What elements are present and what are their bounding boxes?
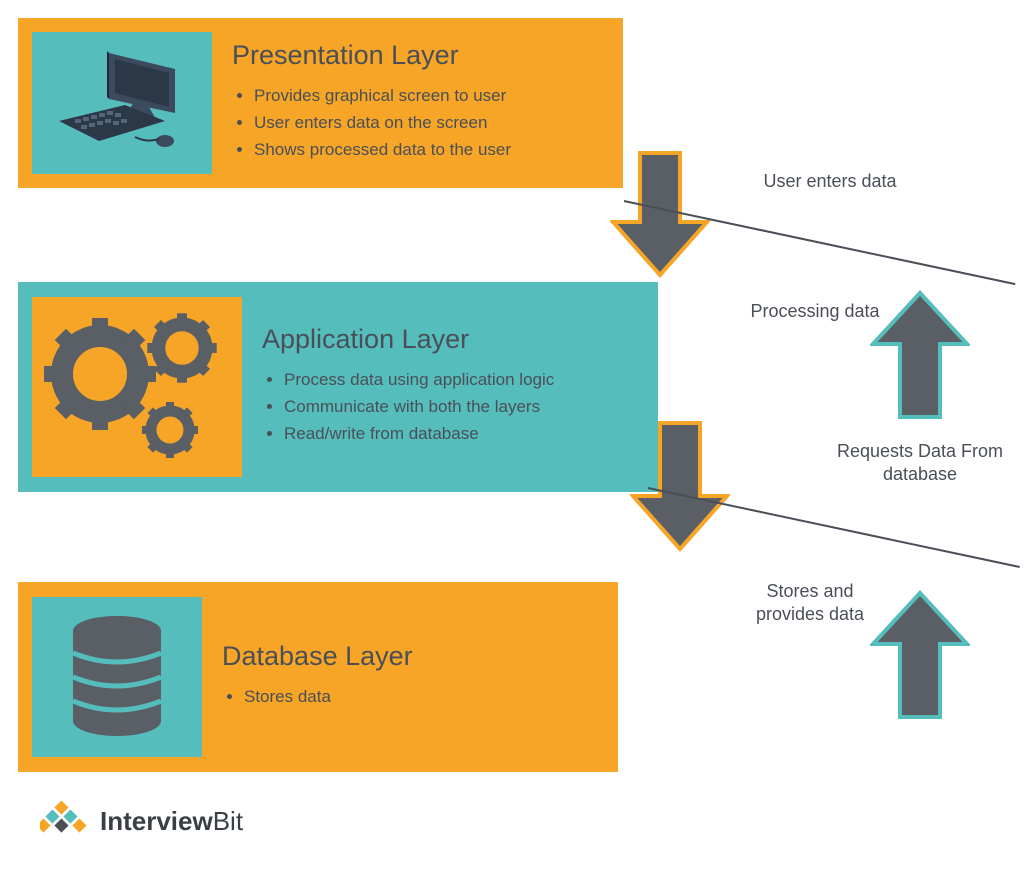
application-content: Application Layer Process data using app… [242, 324, 554, 450]
database-content: Database Layer Stores data [202, 641, 413, 713]
list-item: Process data using application logic [284, 369, 554, 392]
database-icon [32, 597, 202, 757]
presentation-title: Presentation Layer [232, 40, 511, 71]
database-layer-card: Database Layer Stores data [18, 582, 618, 772]
flow-label-user: User enters data [750, 170, 910, 193]
list-item: User enters data on the screen [254, 112, 511, 135]
brand-text-bold: Interview [100, 806, 213, 836]
list-item: Communicate with both the layers [284, 396, 554, 419]
flow-label-stores: Stores and provides data [740, 580, 880, 627]
list-item: Provides graphical screen to user [254, 85, 511, 108]
brand-logo: InterviewBit [40, 800, 243, 842]
list-item: Read/write from database [284, 423, 554, 446]
application-layer-card: Application Layer Process data using app… [18, 282, 658, 492]
arrow-up-icon [870, 590, 970, 725]
application-title: Application Layer [262, 324, 554, 355]
list-item: Stores data [244, 686, 413, 709]
brand-text-regular: Bit [213, 806, 243, 836]
arrow-down-icon [630, 420, 730, 552]
flow-label-requests: Requests Data From database [830, 440, 1010, 487]
application-bullets: Process data using application logic Com… [262, 369, 554, 446]
list-item: Shows processed data to the user [254, 139, 511, 162]
brand-text: InterviewBit [100, 806, 243, 837]
gears-icon [32, 297, 242, 477]
presentation-bullets: Provides graphical screen to user User e… [232, 85, 511, 162]
flow-label-processing: Processing data [750, 300, 880, 323]
arrow-down-icon [610, 150, 710, 278]
arrow-up-icon [870, 290, 970, 425]
database-title: Database Layer [222, 641, 413, 672]
presentation-content: Presentation Layer Provides graphical sc… [212, 40, 511, 166]
computer-icon [32, 32, 212, 174]
presentation-layer-card: Presentation Layer Provides graphical sc… [18, 18, 623, 188]
database-bullets: Stores data [222, 686, 413, 709]
brand-mark-icon [40, 800, 90, 842]
